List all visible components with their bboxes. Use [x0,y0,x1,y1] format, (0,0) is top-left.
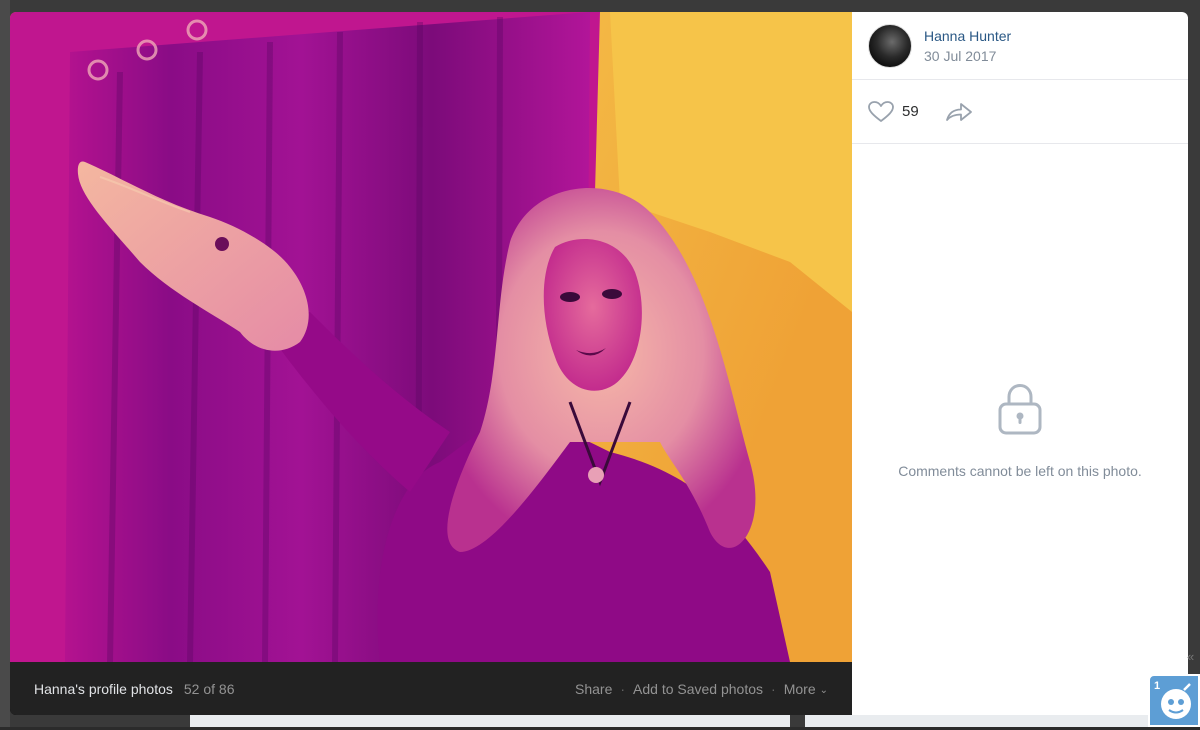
chevron-down-icon: ⌄ [820,685,828,696]
like-button[interactable]: 59 [868,101,919,123]
double-chevron-left-icon[interactable]: « [1187,649,1194,664]
backdrop-content-peek [190,715,790,727]
footer-actions: Share · Add to Saved photos · More ⌄ [575,681,828,697]
photo-viewer: Hanna's profile photos 52 of 86 Share · … [10,12,1188,715]
photo[interactable] [10,12,852,662]
share-link[interactable]: Share [575,681,612,697]
comments-locked-message: Comments cannot be left on this photo. [852,463,1188,479]
add-to-saved-link[interactable]: Add to Saved photos [633,681,763,697]
backdrop-content-peek-right [805,715,1155,727]
lock-icon [997,382,1043,436]
assistant-widget[interactable]: 1 [1148,674,1200,727]
album-title-link[interactable]: Hanna's profile photos [34,681,173,697]
photo-footer: Hanna's profile photos 52 of 86 Share · … [10,662,852,715]
photo-sidebar: Hanna Hunter 30 Jul 2017 59 [852,12,1188,715]
comments-locked: Comments cannot be left on this photo. [852,382,1188,479]
author-name-link[interactable]: Hanna Hunter [924,28,1011,44]
author-header: Hanna Hunter 30 Jul 2017 [852,12,1188,80]
share-arrow-icon [945,101,973,123]
photo-actions: 59 [852,80,1188,144]
like-count: 59 [902,103,919,120]
separator-dot: · [771,681,776,697]
author-meta: Hanna Hunter 30 Jul 2017 [924,28,1011,64]
photo-image [10,12,852,662]
separator-dot: · [620,681,625,697]
more-label: More [784,681,816,697]
backdrop-edge [0,0,10,727]
photo-counter: 52 of 86 [184,681,235,697]
post-date: 30 Jul 2017 [924,48,1011,64]
avatar[interactable] [868,24,912,68]
share-button[interactable] [945,101,973,123]
more-menu-button[interactable]: More ⌄ [784,681,828,697]
widget-badge: 1 [1154,680,1160,692]
heart-icon [868,101,894,123]
